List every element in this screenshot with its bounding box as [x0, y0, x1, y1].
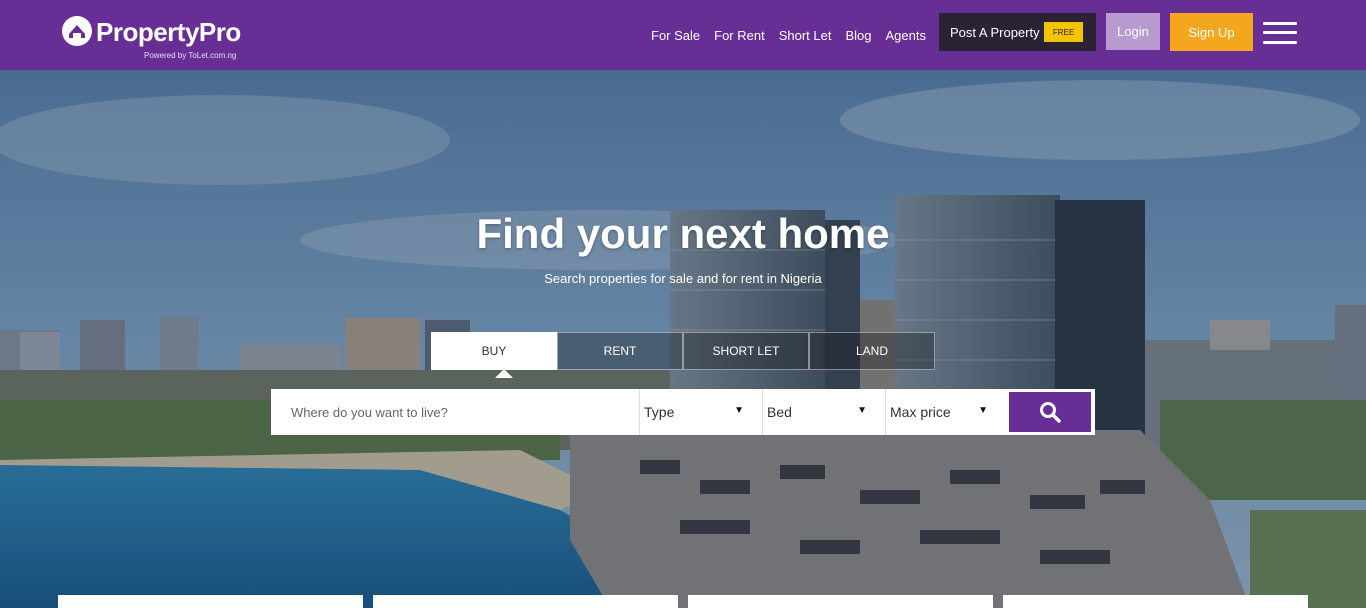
free-badge: FREE — [1044, 22, 1083, 42]
search-icon — [1040, 402, 1061, 423]
hero-title: Find your next home — [476, 210, 890, 257]
bed-select[interactable]: Bed ▼ — [762, 389, 885, 435]
post-property-label: Post A Property — [950, 24, 1040, 40]
search-button[interactable] — [1009, 392, 1091, 432]
search-tabs: BUY RENT SHORT LET LAND — [431, 332, 935, 378]
type-select-label: Type — [644, 404, 675, 420]
main-nav: For Sale For Rent Short Let Blog Agents — [644, 0, 933, 70]
tab-short-let[interactable]: SHORT LET — [683, 332, 809, 370]
post-property-button[interactable]: Post A Property FREE — [939, 13, 1096, 51]
hero-section: Find your next home Search properties fo… — [0, 70, 1366, 608]
location-search-input[interactable] — [271, 389, 639, 435]
caret-down-icon: ▼ — [978, 405, 988, 416]
tab-buy[interactable]: BUY — [431, 332, 557, 378]
bed-select-label: Bed — [767, 404, 792, 420]
logo[interactable]: PropertyPro Powered by ToLet.com.ng — [60, 14, 260, 64]
tab-rent[interactable]: RENT — [557, 332, 683, 370]
tab-land[interactable]: LAND — [809, 332, 935, 370]
hero-subtitle: Search properties for sale and for rent … — [544, 271, 822, 286]
login-button[interactable]: Login — [1106, 13, 1160, 50]
search-bar: Type ▼ Bed ▼ Max price ▼ — [271, 389, 1095, 435]
max-price-select[interactable]: Max price ▼ — [885, 389, 1006, 435]
caret-down-icon: ▼ — [734, 405, 744, 416]
caret-down-icon: ▼ — [857, 405, 867, 416]
max-price-label: Max price — [890, 404, 951, 420]
feature-card[interactable] — [1003, 595, 1308, 608]
type-select[interactable]: Type ▼ — [639, 389, 762, 435]
feature-card[interactable] — [373, 595, 678, 608]
nav-short-let[interactable]: Short Let — [779, 28, 832, 43]
signup-button[interactable]: Sign Up — [1170, 13, 1253, 51]
nav-for-sale[interactable]: For Sale — [651, 28, 700, 43]
feature-card[interactable] — [58, 595, 363, 608]
feature-card[interactable] — [688, 595, 993, 608]
logo-text: PropertyPro — [96, 17, 241, 47]
nav-blog[interactable]: Blog — [845, 28, 871, 43]
nav-for-rent[interactable]: For Rent — [714, 28, 765, 43]
site-header: PropertyPro Powered by ToLet.com.ng For … — [0, 0, 1366, 70]
nav-agents[interactable]: Agents — [886, 28, 926, 43]
hamburger-menu-icon[interactable] — [1263, 20, 1298, 46]
logo-tagline: Powered by ToLet.com.ng — [144, 51, 237, 60]
house-logo-icon — [62, 16, 92, 46]
